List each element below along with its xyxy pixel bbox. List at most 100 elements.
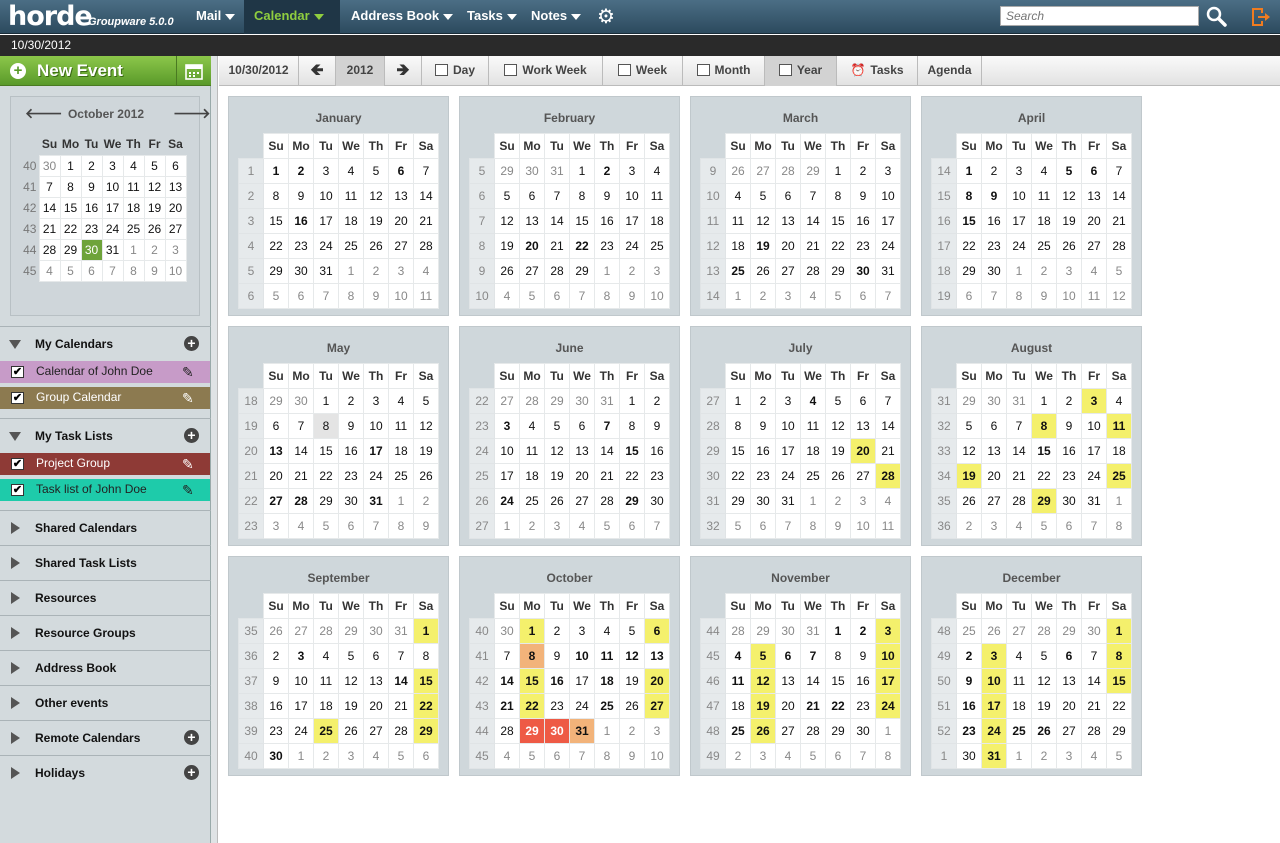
day-cell[interactable]: 29 bbox=[825, 718, 851, 744]
day-cell[interactable]: 17 bbox=[875, 208, 901, 234]
day-cell[interactable]: 7 bbox=[544, 183, 570, 209]
day-with-events[interactable]: 10 bbox=[875, 643, 901, 669]
day-cell[interactable]: 19 bbox=[1031, 693, 1057, 719]
day-cell[interactable]: 18 bbox=[1106, 438, 1132, 464]
day-with-events[interactable]: 21 bbox=[800, 693, 826, 719]
day-with-events[interactable]: 14 bbox=[388, 668, 414, 694]
day-with-events[interactable]: 22 bbox=[413, 693, 439, 719]
day-cell[interactable]: 20 bbox=[263, 463, 289, 489]
day-with-events[interactable]: 1 bbox=[263, 158, 289, 184]
day-cell[interactable]: 27 bbox=[519, 258, 545, 284]
day-with-events[interactable]: 13 bbox=[263, 438, 289, 464]
month-title[interactable]: December bbox=[922, 571, 1141, 585]
day-cell[interactable]: 20 bbox=[388, 208, 414, 234]
week-number[interactable]: 21 bbox=[238, 463, 264, 489]
day-cell[interactable]: 27 bbox=[1081, 233, 1107, 259]
day-with-events[interactable]: 8 bbox=[1106, 643, 1132, 669]
day-cell[interactable]: 10 bbox=[494, 438, 520, 464]
day-cell-other-month[interactable]: 1 bbox=[800, 488, 826, 514]
mini-calendar-day[interactable]: 9 bbox=[80, 175, 103, 198]
week-number[interactable]: 7 bbox=[469, 208, 495, 234]
mini-calendar-today[interactable]: 30 bbox=[80, 238, 103, 261]
day-cell-other-month[interactable]: 6 bbox=[544, 283, 570, 309]
day-cell[interactable]: 21 bbox=[388, 693, 414, 719]
day-cell[interactable]: 7 bbox=[800, 183, 826, 209]
week-number[interactable]: 34 bbox=[931, 463, 957, 489]
day-cell-other-month[interactable]: 29 bbox=[544, 388, 570, 414]
day-cell[interactable]: 26 bbox=[750, 258, 776, 284]
day-with-events[interactable]: 18 bbox=[594, 668, 620, 694]
day-cell-other-month[interactable]: 6 bbox=[413, 743, 439, 769]
day-cell[interactable]: 27 bbox=[850, 463, 876, 489]
mini-calendar-day[interactable]: 6 bbox=[80, 259, 103, 282]
day-cell[interactable]: 11 bbox=[519, 438, 545, 464]
mini-calendar-day[interactable]: 21 bbox=[38, 217, 61, 240]
day-cell[interactable]: 28 bbox=[1106, 233, 1132, 259]
day-cell[interactable]: 31 bbox=[313, 258, 339, 284]
section-address-book[interactable]: Address Book bbox=[0, 650, 211, 685]
mini-calendar-day[interactable]: 19 bbox=[143, 196, 166, 219]
mini-calendar-day[interactable]: 30 bbox=[38, 154, 61, 177]
day-cell[interactable]: 20 bbox=[363, 693, 389, 719]
mini-calendar-day[interactable]: 5 bbox=[59, 259, 82, 282]
day-with-events[interactable]: 30 bbox=[263, 743, 289, 769]
day-with-events[interactable]: 3 bbox=[981, 643, 1007, 669]
week-number[interactable]: 5 bbox=[469, 158, 495, 184]
day-cell-other-month[interactable]: 27 bbox=[750, 158, 776, 184]
day-with-events[interactable]: 7 bbox=[594, 413, 620, 439]
day-cell-other-month[interactable]: 5 bbox=[825, 283, 851, 309]
day-cell[interactable]: 7 bbox=[875, 388, 901, 414]
week-number[interactable]: 10 bbox=[469, 283, 495, 309]
week-number[interactable]: 22 bbox=[238, 488, 264, 514]
month-title[interactable]: November bbox=[691, 571, 910, 585]
day-cell-other-month[interactable]: 7 bbox=[313, 283, 339, 309]
day-with-events[interactable]: 12 bbox=[750, 668, 776, 694]
day-with-events[interactable]: 17 bbox=[981, 693, 1007, 719]
day-cell-other-month[interactable]: 1 bbox=[1006, 743, 1032, 769]
day-with-events[interactable]: 28 bbox=[875, 463, 901, 489]
day-with-events[interactable]: 2 bbox=[850, 618, 876, 644]
day-cell[interactable]: 19 bbox=[1056, 208, 1082, 234]
day-cell[interactable]: 8 bbox=[619, 413, 645, 439]
collapsed-triangle-icon[interactable] bbox=[11, 662, 20, 674]
day-cell[interactable]: 23 bbox=[850, 693, 876, 719]
day-cell[interactable]: 28 bbox=[413, 233, 439, 259]
mini-calendar-day[interactable]: 1 bbox=[122, 238, 145, 261]
toolbar-year[interactable]: 2012 bbox=[336, 56, 385, 86]
week-number[interactable]: 4 bbox=[238, 233, 264, 259]
day-cell-other-month[interactable]: 29 bbox=[800, 158, 826, 184]
day-cell[interactable]: 3 bbox=[1006, 158, 1032, 184]
day-cell[interactable]: 21 bbox=[544, 233, 570, 259]
day-cell-other-month[interactable]: 10 bbox=[1056, 283, 1082, 309]
add-task-list-icon[interactable]: + bbox=[184, 428, 199, 443]
day-cell[interactable]: 18 bbox=[725, 693, 751, 719]
day-with-events[interactable]: 30 bbox=[850, 258, 876, 284]
day-cell[interactable]: 9 bbox=[263, 668, 289, 694]
day-cell[interactable]: 26 bbox=[1056, 233, 1082, 259]
day-with-events[interactable]: 6 bbox=[644, 618, 670, 644]
day-cell[interactable]: 26 bbox=[544, 488, 570, 514]
tab-month[interactable]: Month bbox=[683, 56, 765, 86]
day-cell-other-month[interactable]: 6 bbox=[619, 513, 645, 539]
day-cell-other-month[interactable]: 29 bbox=[263, 388, 289, 414]
day-cell-other-month[interactable]: 7 bbox=[981, 283, 1007, 309]
day-cell-other-month[interactable]: 27 bbox=[288, 618, 314, 644]
day-cell[interactable]: 9 bbox=[594, 183, 620, 209]
day-cell-other-month[interactable]: 5 bbox=[519, 743, 545, 769]
day-cell[interactable]: 18 bbox=[313, 693, 339, 719]
week-number[interactable]: 32 bbox=[931, 413, 957, 439]
day-cell[interactable]: 29 bbox=[825, 258, 851, 284]
day-cell[interactable]: 31 bbox=[1081, 488, 1107, 514]
menu-tasks[interactable]: Tasks bbox=[457, 0, 527, 34]
day-cell-other-month[interactable]: 29 bbox=[750, 618, 776, 644]
new-event-button[interactable]: + New Event bbox=[0, 56, 211, 86]
day-cell-other-month[interactable]: 3 bbox=[850, 488, 876, 514]
day-cell[interactable]: 28 bbox=[1081, 718, 1107, 744]
day-cell[interactable]: 7 bbox=[1106, 158, 1132, 184]
day-with-events[interactable]: 25 bbox=[1106, 463, 1132, 489]
day-with-events[interactable]: 1 bbox=[1106, 618, 1132, 644]
mini-calendar-day[interactable]: 13 bbox=[164, 175, 187, 198]
day-with-events[interactable]: 6 bbox=[1056, 643, 1082, 669]
day-cell[interactable]: 23 bbox=[263, 718, 289, 744]
day-cell-other-month[interactable]: 8 bbox=[594, 743, 620, 769]
